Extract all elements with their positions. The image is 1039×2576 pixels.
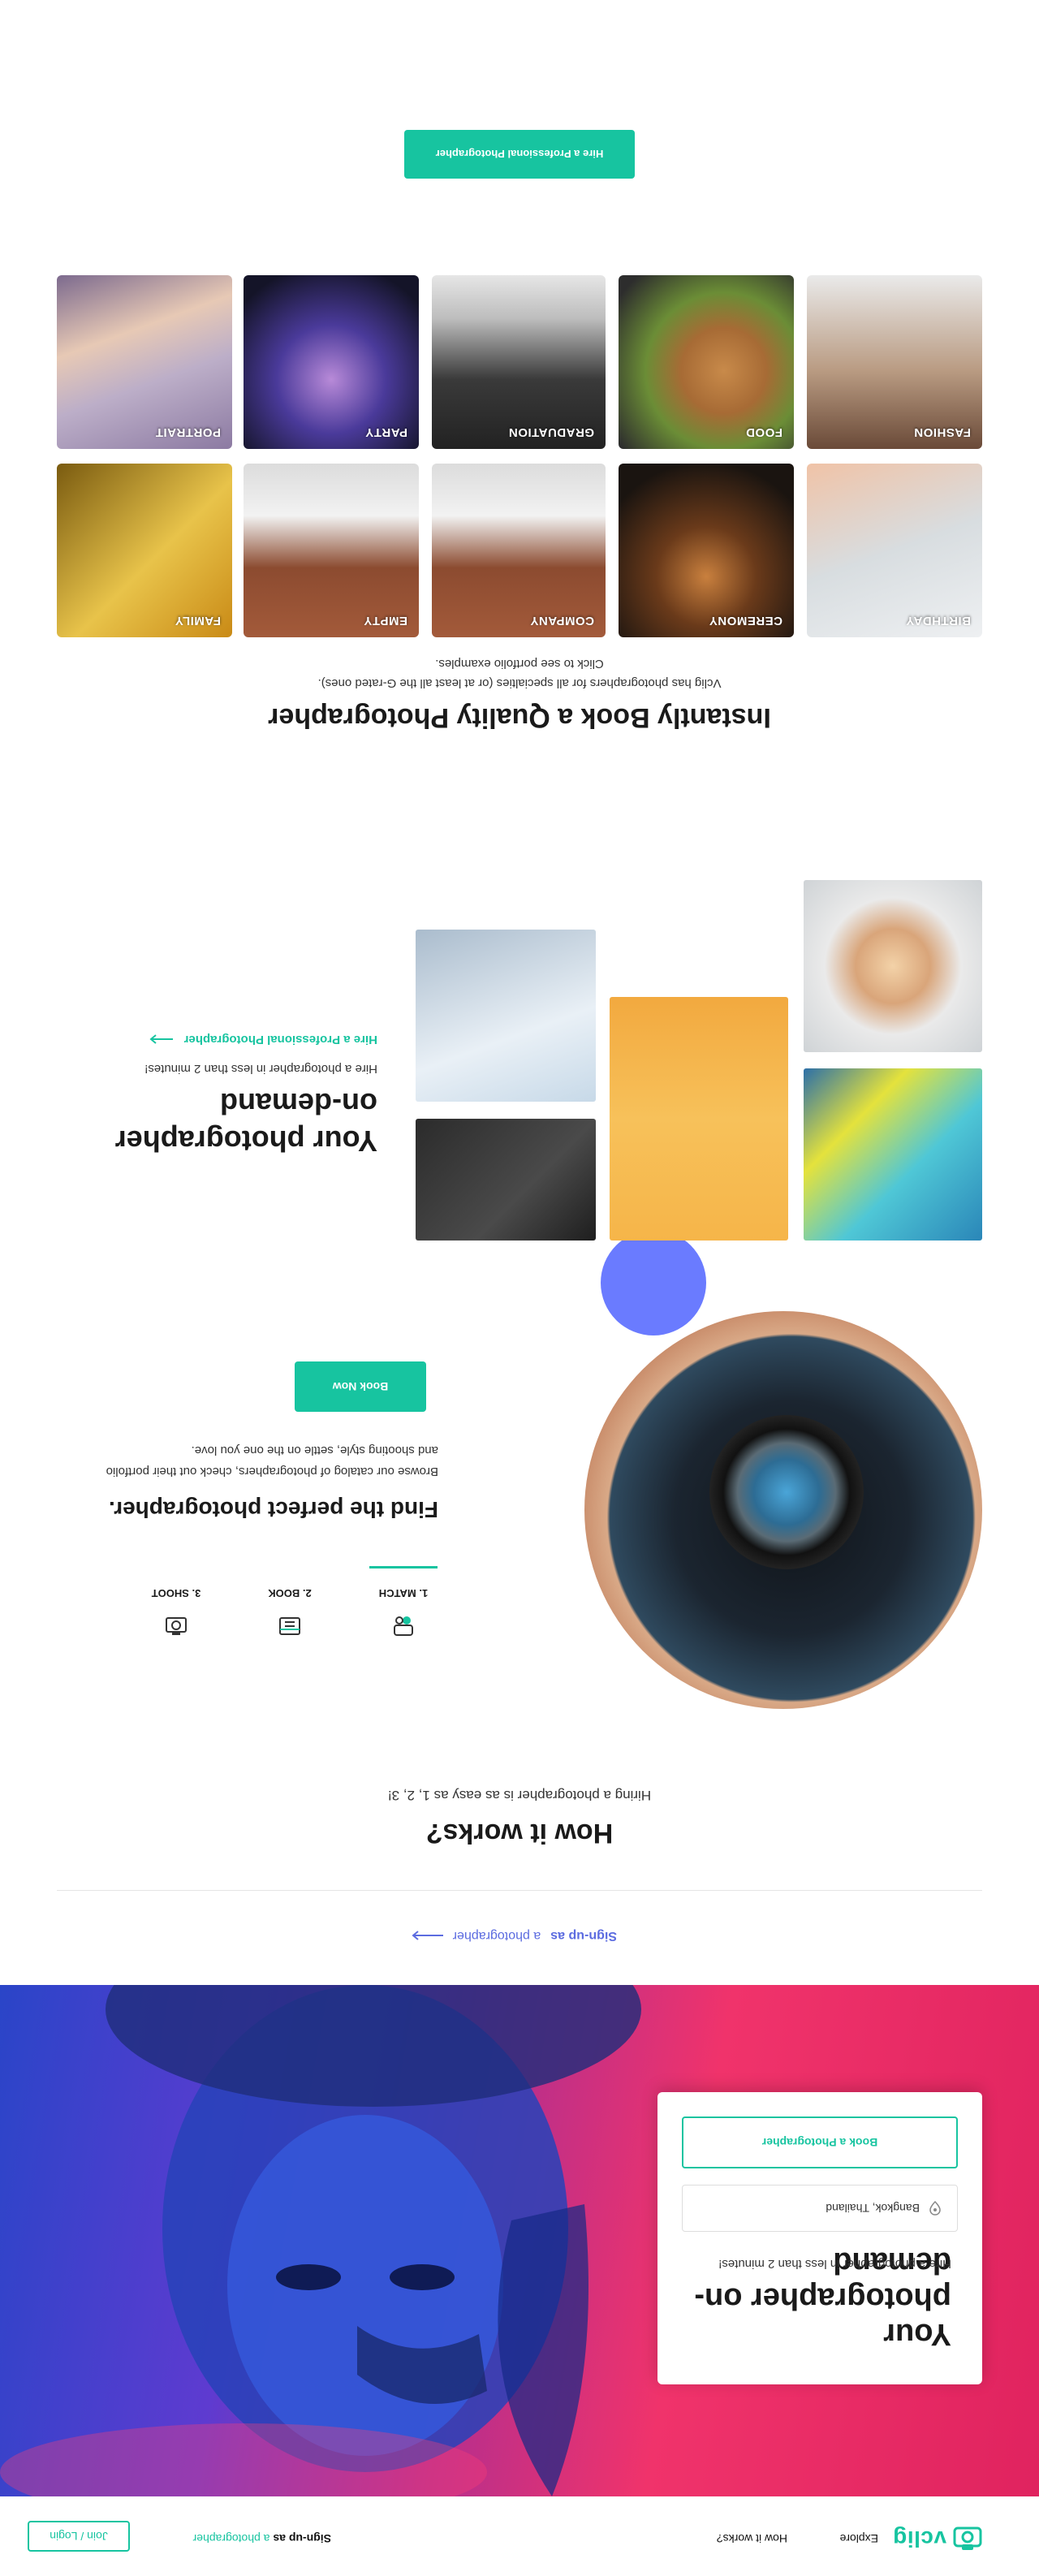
logo[interactable]: vclig xyxy=(893,2526,982,2552)
page-root: vclig Explore How it works? Sign-up as a… xyxy=(0,0,1039,2576)
category-label: BIRTHDAY xyxy=(905,614,971,628)
book-photographer-button[interactable]: Book a Photographer xyxy=(682,2116,958,2168)
hire-professional-link[interactable]: Hire a Professional Photographer xyxy=(149,1033,377,1046)
step-shoot[interactable]: 3. SHOOT xyxy=(131,1587,221,1638)
category-fashion[interactable]: FASHION xyxy=(807,275,982,449)
category-label: FAMILY xyxy=(175,614,221,628)
how-it-works-subtitle: Hiring a photographer is as easy as 1, 2… xyxy=(387,1788,652,1803)
find-description: Browse our catalog of photographers, che… xyxy=(106,1443,438,1478)
join-login-button[interactable]: Join / Login xyxy=(28,2521,130,2552)
ondemand-title: Your photographer on-demand xyxy=(114,1087,377,1158)
category-graduation[interactable]: GRADUATION xyxy=(432,275,606,449)
arrow-right-icon xyxy=(149,1034,173,1045)
category-label: FASHION xyxy=(913,425,971,439)
instantly-book-title: Instantly Book a Quality Photographer xyxy=(268,702,771,733)
nav-signup-link[interactable]: Sign-up as a photographer xyxy=(193,2532,331,2545)
arrow-right-icon xyxy=(412,1931,443,1940)
calendar-icon xyxy=(279,1617,300,1635)
section-divider xyxy=(57,1890,982,1891)
active-step-indicator xyxy=(369,1566,438,1568)
signup-bold: Sign-up as xyxy=(273,2532,331,2545)
location-value: Bangkok, Thailand xyxy=(826,2202,920,2215)
instantly-book-subtitle: Vclig has photographers for all specialt… xyxy=(317,657,722,690)
gallery-photo-bar xyxy=(416,1119,596,1241)
ondemand-subtitle: Hire a photographer in less than 2 minut… xyxy=(144,1062,377,1076)
signup-as-accent: a photographer xyxy=(452,1929,541,1943)
step-label: 2. BOOK xyxy=(268,1587,312,1599)
top-nav: vclig Explore How it works? Sign-up as a… xyxy=(0,2496,1039,2576)
signup-as-bold: Sign-up as xyxy=(550,1929,617,1943)
category-family[interactable]: FAMILY xyxy=(57,464,232,637)
nav-explore[interactable]: Explore xyxy=(840,2532,878,2545)
signup-accent: a photographer xyxy=(192,2532,270,2545)
find-title: Find the perfect photographer. xyxy=(108,1497,438,1522)
step-match[interactable]: 1. MATCH xyxy=(359,1566,448,1638)
category-label: PARTY xyxy=(364,425,407,439)
decorative-dot xyxy=(601,1230,706,1335)
category-label: GRADUATION xyxy=(508,425,594,439)
steps-tabs: 1. MATCH 2. BOOK 3. SHOOT xyxy=(49,1549,438,1638)
category-label: PORTRAIT xyxy=(155,425,221,439)
link-text: Hire a Professional Photographer xyxy=(183,1033,377,1046)
category-ceremony[interactable]: CEREMONY xyxy=(619,464,794,637)
lens-hand-photo xyxy=(584,1311,982,1709)
camera-logo-icon xyxy=(953,2526,982,2550)
match-icon xyxy=(394,1616,413,1636)
category-label: EMPTY xyxy=(363,614,407,628)
category-label: FOOD xyxy=(745,425,782,439)
gallery-photo-color-powder xyxy=(804,1068,982,1241)
logo-text: vclig xyxy=(892,2526,946,2552)
book-now-button[interactable]: Book Now xyxy=(295,1361,426,1412)
gallery-photo-food-platter xyxy=(804,880,982,1052)
category-label: CEREMONY xyxy=(709,614,782,628)
hero-section: Your photographer on-demand Hire a photo… xyxy=(0,1985,1039,2496)
category-party[interactable]: PARTY xyxy=(244,275,419,449)
category-portrait[interactable]: PORTRAIT xyxy=(57,275,232,449)
step-book[interactable]: 2. BOOK xyxy=(245,1587,334,1638)
location-field[interactable]: Bangkok, Thailand xyxy=(682,2185,958,2232)
hero-subtitle: Hire a photographer in less than 2 minut… xyxy=(718,2257,951,2271)
gallery-photo-ice-cream xyxy=(610,997,788,1241)
nav-how-it-works[interactable]: How it works? xyxy=(717,2532,787,2545)
step-label: 3. SHOOT xyxy=(151,1587,201,1599)
lens xyxy=(709,1415,864,1569)
category-birthday[interactable]: BIRTHDAY xyxy=(807,464,982,637)
location-pin-icon xyxy=(929,2201,941,2216)
category-company[interactable]: COMPANY xyxy=(432,464,606,637)
category-label: COMPANY xyxy=(529,614,594,628)
camera-icon xyxy=(166,1617,187,1635)
gallery-photo-building xyxy=(416,930,596,1102)
how-it-works-title: How it works? xyxy=(425,1818,614,1849)
signup-photographer-link[interactable]: Sign-up as a photographer xyxy=(411,1928,617,1943)
step-label: 1. MATCH xyxy=(378,1587,429,1599)
category-empty[interactable]: EMPTY xyxy=(244,464,419,637)
hero-booking-card: Your photographer on-demand Hire a photo… xyxy=(657,2092,982,2384)
category-food[interactable]: FOOD xyxy=(619,275,794,449)
hire-professional-button[interactable]: Hire a Professional Photographer xyxy=(404,130,635,179)
